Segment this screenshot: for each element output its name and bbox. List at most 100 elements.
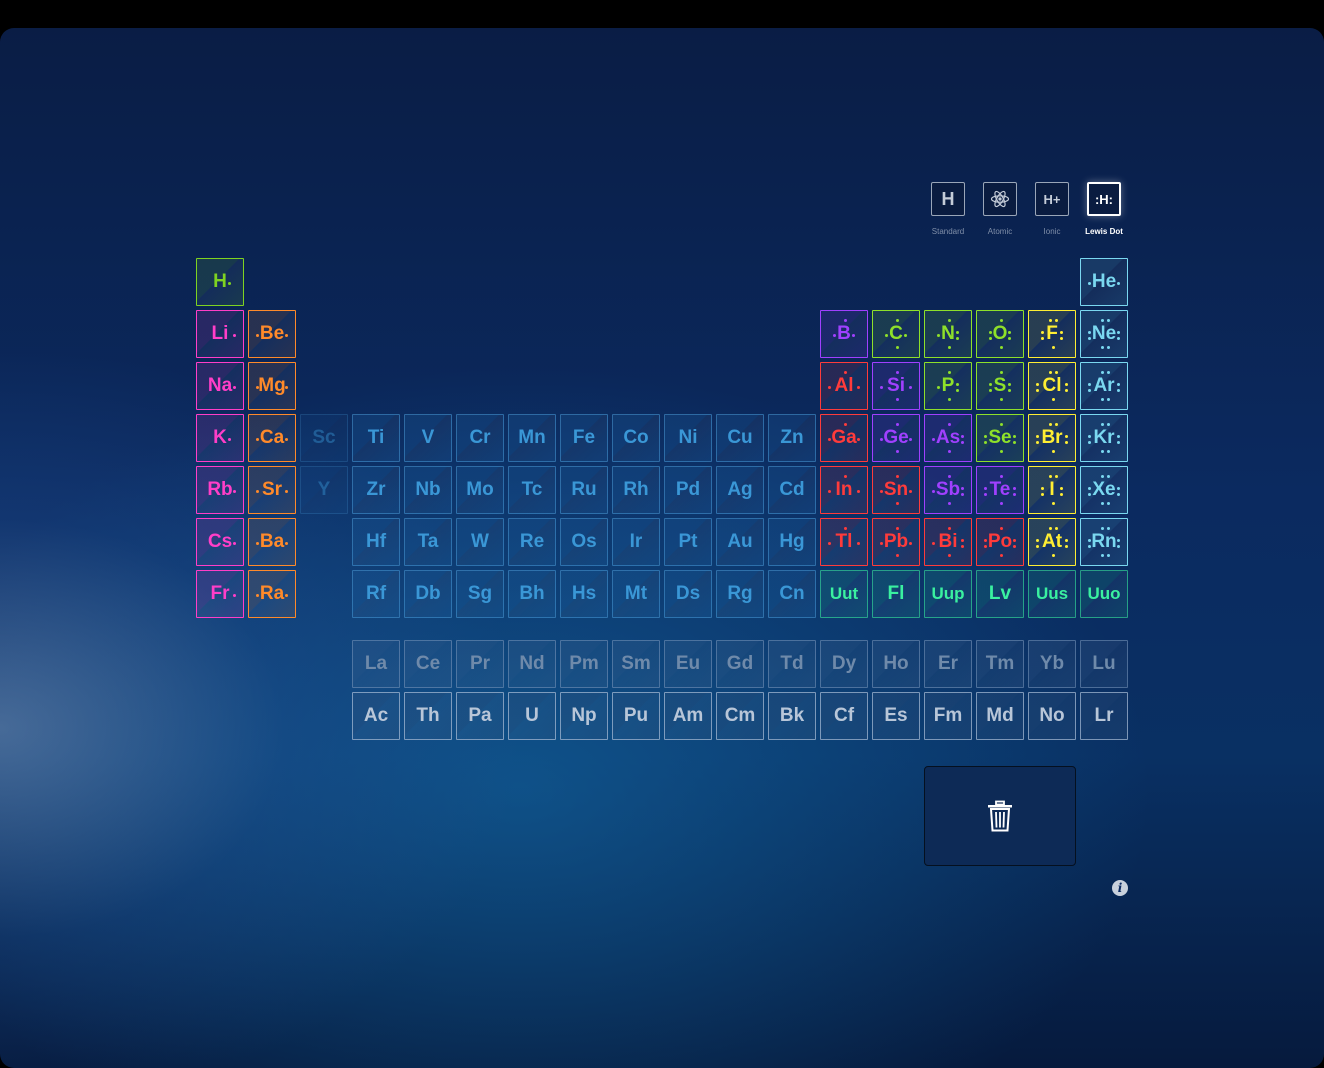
element-tile-dy[interactable]: Dy xyxy=(820,640,868,688)
element-tile-ta[interactable]: Ta xyxy=(404,518,452,566)
element-tile-ru[interactable]: Ru xyxy=(560,466,608,514)
mode-lewis-button[interactable]: :H: xyxy=(1087,182,1121,216)
element-tile-pr[interactable]: Pr xyxy=(456,640,504,688)
element-tile-bi[interactable]: Bi xyxy=(924,518,972,566)
element-tile-sr[interactable]: Sr xyxy=(248,466,296,514)
element-tile-am[interactable]: Am xyxy=(664,692,712,740)
element-tile-cl[interactable]: Cl xyxy=(1028,362,1076,410)
element-tile-w[interactable]: W xyxy=(456,518,504,566)
element-tile-mo[interactable]: Mo xyxy=(456,466,504,514)
element-tile-al[interactable]: Al xyxy=(820,362,868,410)
element-tile-xe[interactable]: Xe xyxy=(1080,466,1128,514)
element-tile-na[interactable]: Na xyxy=(196,362,244,410)
element-tile-bk[interactable]: Bk xyxy=(768,692,816,740)
element-tile-pt[interactable]: Pt xyxy=(664,518,712,566)
trash-drop-zone[interactable] xyxy=(924,766,1076,866)
element-tile-lu[interactable]: Lu xyxy=(1080,640,1128,688)
element-tile-cm[interactable]: Cm xyxy=(716,692,764,740)
element-tile-fe[interactable]: Fe xyxy=(560,414,608,462)
element-tile-cd[interactable]: Cd xyxy=(768,466,816,514)
element-tile-te[interactable]: Te xyxy=(976,466,1024,514)
element-tile-pb[interactable]: Pb xyxy=(872,518,920,566)
element-tile-ge[interactable]: Ge xyxy=(872,414,920,462)
element-tile-hg[interactable]: Hg xyxy=(768,518,816,566)
element-tile-ca[interactable]: Ca xyxy=(248,414,296,462)
element-tile-rn[interactable]: Rn xyxy=(1080,518,1128,566)
element-tile-zr[interactable]: Zr xyxy=(352,466,400,514)
element-tile-h[interactable]: H xyxy=(196,258,244,306)
element-tile-v[interactable]: V xyxy=(404,414,452,462)
element-tile-ar[interactable]: Ar xyxy=(1080,362,1128,410)
info-button[interactable]: i xyxy=(1112,880,1128,896)
element-tile-es[interactable]: Es xyxy=(872,692,920,740)
element-tile-se[interactable]: Se xyxy=(976,414,1024,462)
element-tile-cs[interactable]: Cs xyxy=(196,518,244,566)
element-tile-tl[interactable]: Tl xyxy=(820,518,868,566)
element-tile-eu[interactable]: Eu xyxy=(664,640,712,688)
element-tile-th[interactable]: Th xyxy=(404,692,452,740)
element-tile-rg[interactable]: Rg xyxy=(716,570,764,618)
element-tile-uuo[interactable]: Uuo xyxy=(1080,570,1128,618)
element-tile-au[interactable]: Au xyxy=(716,518,764,566)
element-tile-si[interactable]: Si xyxy=(872,362,920,410)
element-tile-md[interactable]: Md xyxy=(976,692,1024,740)
element-tile-la[interactable]: La xyxy=(352,640,400,688)
element-tile-gd[interactable]: Gd xyxy=(716,640,764,688)
element-tile-pm[interactable]: Pm xyxy=(560,640,608,688)
element-tile-o[interactable]: O xyxy=(976,310,1024,358)
element-tile-ni[interactable]: Ni xyxy=(664,414,712,462)
element-tile-fm[interactable]: Fm xyxy=(924,692,972,740)
element-tile-ac[interactable]: Ac xyxy=(352,692,400,740)
element-tile-ra[interactable]: Ra xyxy=(248,570,296,618)
element-tile-lv[interactable]: Lv xyxy=(976,570,1024,618)
element-tile-u[interactable]: U xyxy=(508,692,556,740)
element-tile-tc[interactable]: Tc xyxy=(508,466,556,514)
element-tile-b[interactable]: B xyxy=(820,310,868,358)
element-tile-c[interactable]: C xyxy=(872,310,920,358)
element-tile-cf[interactable]: Cf xyxy=(820,692,868,740)
element-tile-ti[interactable]: Ti xyxy=(352,414,400,462)
element-tile-p[interactable]: P xyxy=(924,362,972,410)
element-tile-re[interactable]: Re xyxy=(508,518,556,566)
element-tile-bh[interactable]: Bh xyxy=(508,570,556,618)
element-tile-fl[interactable]: Fl xyxy=(872,570,920,618)
element-tile-li[interactable]: Li xyxy=(196,310,244,358)
element-tile-hs[interactable]: Hs xyxy=(560,570,608,618)
element-tile-s[interactable]: S xyxy=(976,362,1024,410)
element-tile-ds[interactable]: Ds xyxy=(664,570,712,618)
element-tile-he[interactable]: He xyxy=(1080,258,1128,306)
element-tile-ba[interactable]: Ba xyxy=(248,518,296,566)
element-tile-uup[interactable]: Uup xyxy=(924,570,972,618)
element-tile-k[interactable]: K xyxy=(196,414,244,462)
element-tile-pa[interactable]: Pa xyxy=(456,692,504,740)
element-tile-ir[interactable]: Ir xyxy=(612,518,660,566)
element-tile-sn[interactable]: Sn xyxy=(872,466,920,514)
element-tile-pd[interactable]: Pd xyxy=(664,466,712,514)
element-tile-lr[interactable]: Lr xyxy=(1080,692,1128,740)
element-tile-hf[interactable]: Hf xyxy=(352,518,400,566)
element-tile-kr[interactable]: Kr xyxy=(1080,414,1128,462)
element-tile-nd[interactable]: Nd xyxy=(508,640,556,688)
element-tile-sb[interactable]: Sb xyxy=(924,466,972,514)
element-tile-as[interactable]: As xyxy=(924,414,972,462)
element-tile-co[interactable]: Co xyxy=(612,414,660,462)
element-tile-uut[interactable]: Uut xyxy=(820,570,868,618)
element-tile-ne[interactable]: Ne xyxy=(1080,310,1128,358)
element-tile-np[interactable]: Np xyxy=(560,692,608,740)
element-tile-zn[interactable]: Zn xyxy=(768,414,816,462)
element-tile-rf[interactable]: Rf xyxy=(352,570,400,618)
element-tile-ga[interactable]: Ga xyxy=(820,414,868,462)
element-tile-pu[interactable]: Pu xyxy=(612,692,660,740)
element-tile-td[interactable]: Td xyxy=(768,640,816,688)
element-tile-mg[interactable]: Mg xyxy=(248,362,296,410)
element-tile-os[interactable]: Os xyxy=(560,518,608,566)
element-tile-mn[interactable]: Mn xyxy=(508,414,556,462)
element-tile-nb[interactable]: Nb xyxy=(404,466,452,514)
element-tile-uus[interactable]: Uus xyxy=(1028,570,1076,618)
element-tile-at[interactable]: At xyxy=(1028,518,1076,566)
element-tile-cn[interactable]: Cn xyxy=(768,570,816,618)
element-tile-mt[interactable]: Mt xyxy=(612,570,660,618)
element-tile-sg[interactable]: Sg xyxy=(456,570,504,618)
mode-standard-button[interactable]: H xyxy=(931,182,965,216)
element-tile-sm[interactable]: Sm xyxy=(612,640,660,688)
